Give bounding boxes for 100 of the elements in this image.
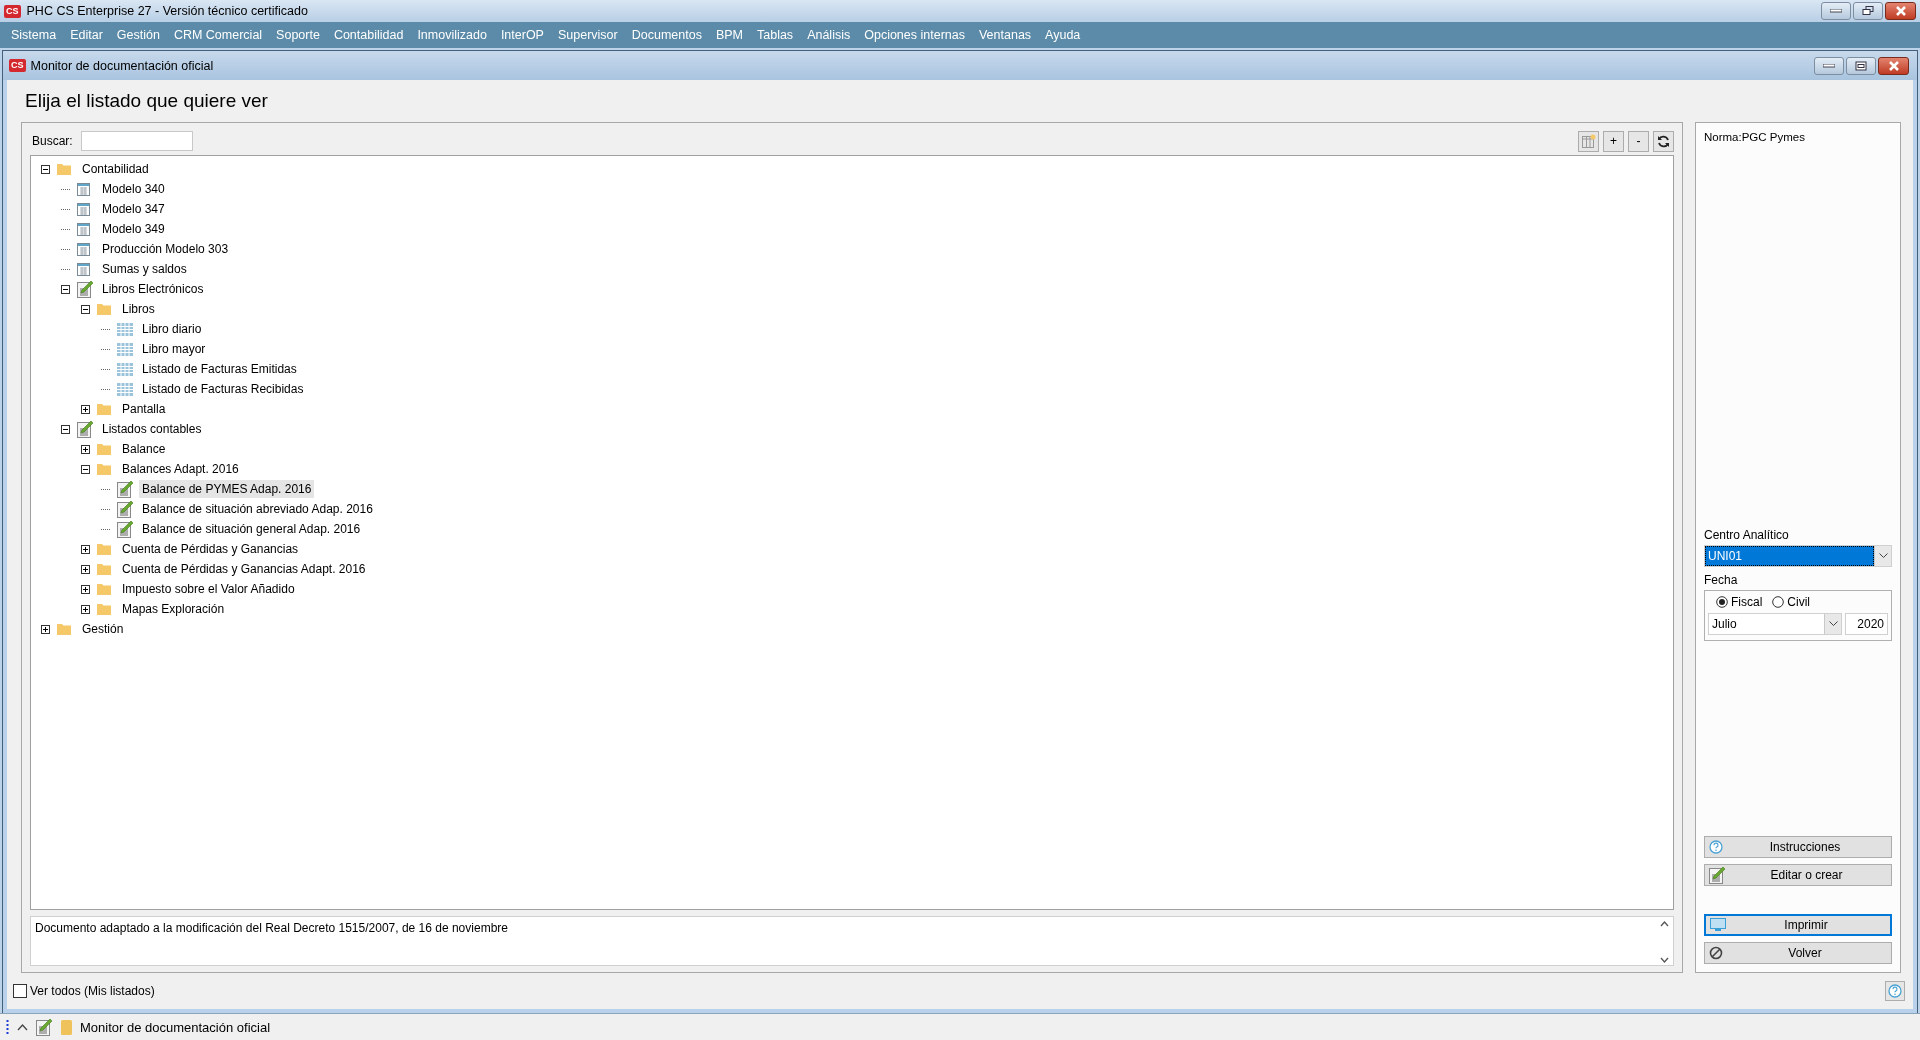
tree-item[interactable]: Cuenta de Pérdidas y Ganancias <box>119 540 302 558</box>
window-logo: CS <box>9 59 26 72</box>
norma-text: Norma:PGC Pymes <box>1704 131 1806 143</box>
monitor-icon <box>1710 918 1726 932</box>
tree-item[interactable]: Balance <box>119 440 169 458</box>
tree-item[interactable]: Balances Adapt. 2016 <box>119 460 242 478</box>
close-icon <box>1887 60 1900 71</box>
restore-button[interactable] <box>1853 2 1883 20</box>
grid-icon <box>117 322 133 336</box>
menu-item[interactable]: Análisis <box>800 28 858 42</box>
columns-icon <box>1581 134 1596 148</box>
show-all-checkbox[interactable]: Ver todos (Mis listados) <box>13 984 155 998</box>
menu-item[interactable]: Soporte <box>269 28 327 42</box>
menu-item[interactable]: Opciones internas <box>857 28 972 42</box>
close-button[interactable] <box>1885 2 1916 20</box>
scroll-down-icon[interactable] <box>1660 957 1669 963</box>
description-text: Documento adaptado a la modificación del Real Decreto 1515/2007, de 16 de noviembre <box>35 921 509 937</box>
tree-item[interactable]: Contabilidad <box>79 160 152 178</box>
action-button[interactable]: Editar o crear <box>1704 864 1892 886</box>
tree-item[interactable]: Modelo 340 <box>99 180 168 198</box>
expand-icon[interactable] <box>81 404 90 414</box>
help-button[interactable] <box>1885 981 1905 1001</box>
help-icon <box>1888 984 1902 998</box>
tree-item[interactable]: Listado de Facturas Recibidas <box>139 380 307 398</box>
radio-icon <box>1716 595 1728 608</box>
centro-dropdown[interactable]: UNI01 <box>1704 544 1892 567</box>
table-icon <box>77 202 90 216</box>
collapse-icon[interactable] <box>61 424 70 434</box>
menu-item[interactable]: Documentos <box>624 28 709 42</box>
menu-item[interactable]: Supervisor <box>550 28 625 42</box>
action-button[interactable]: Imprimir <box>1704 914 1892 936</box>
refresh-icon <box>1657 134 1670 148</box>
tree-item[interactable]: Pantalla <box>119 400 169 418</box>
scroll-up-icon[interactable] <box>1660 921 1669 927</box>
minimize-icon <box>1823 63 1835 68</box>
menu-item[interactable]: Ventanas <box>971 28 1039 42</box>
collapse-icon[interactable] <box>41 164 50 174</box>
grid-icon <box>117 362 133 376</box>
menu-item[interactable]: Editar <box>63 28 110 42</box>
close-button[interactable] <box>1878 56 1909 75</box>
refresh-button[interactable] <box>1653 130 1674 152</box>
tree-item[interactable]: Modelo 349 <box>99 220 168 238</box>
table-icon <box>77 222 90 236</box>
menu-item[interactable]: Sistema <box>4 28 64 42</box>
tree-item[interactable]: Libro mayor <box>139 340 209 358</box>
menu-item[interactable]: CRM Comercial <box>166 28 270 42</box>
menu-item[interactable]: InterOP <box>493 28 551 42</box>
tree-item[interactable]: Cuenta de Pérdidas y Ganancias Adapt. 2016 <box>119 560 369 578</box>
collapse-icon[interactable] <box>61 284 70 294</box>
tree-item[interactable]: Balance de situación abreviado Adap. 2016 <box>139 500 376 518</box>
grid-icon <box>117 342 133 356</box>
document-pencil-icon <box>77 420 94 438</box>
grip-icon[interactable] <box>6 1019 9 1035</box>
tree-item[interactable]: Listados contables <box>99 420 205 438</box>
tree-item[interactable]: Libros <box>119 300 158 318</box>
tree-item[interactable]: Libros Electrónicos <box>99 280 207 298</box>
menu-item[interactable]: Contabilidad <box>326 28 411 42</box>
tree-item[interactable]: Impuesto sobre el Valor Añadido <box>119 580 298 598</box>
collapse-icon[interactable] <box>81 464 90 474</box>
tree-item[interactable]: Balance de PYMES Adap. 2016 <box>139 480 315 498</box>
app-logo: CS <box>4 4 21 18</box>
tree-item[interactable]: Gestión <box>79 620 127 638</box>
radio-option[interactable]: Fiscal <box>1716 594 1763 609</box>
menu-item[interactable]: BPM <box>708 28 750 42</box>
toolbar-button[interactable]: + <box>1603 130 1624 152</box>
tree-item[interactable]: Mapas Exploración <box>119 600 228 618</box>
action-button[interactable]: Volver <box>1704 942 1892 964</box>
radio-option[interactable]: Civil <box>1772 594 1810 609</box>
maximize-icon <box>1855 60 1867 71</box>
menu-item[interactable]: Inmovilizado <box>410 28 494 42</box>
search-field[interactable] <box>80 131 193 151</box>
expand-icon[interactable] <box>81 444 90 454</box>
expand-icon[interactable] <box>81 564 90 574</box>
expand-icon[interactable] <box>81 544 90 554</box>
month-dropdown[interactable]: Julio <box>1708 612 1842 635</box>
expand-icon[interactable] <box>81 604 90 614</box>
menu-item[interactable]: Gestión <box>109 28 167 42</box>
tree-item[interactable]: Modelo 347 <box>99 200 168 218</box>
collapse-icon[interactable] <box>81 304 90 314</box>
expand-icon[interactable] <box>81 584 90 594</box>
toolbar-button[interactable]: - <box>1628 130 1649 152</box>
minimize-icon <box>1830 9 1842 13</box>
app-title: PHC CS Enterprise 27 - Versión técnico certificado <box>26 4 308 18</box>
document-pencil-icon <box>117 500 134 518</box>
caret-up-icon[interactable] <box>17 1023 28 1031</box>
tree-item[interactable]: Sumas y saldos <box>99 260 190 278</box>
tree-item[interactable]: Libro diario <box>139 320 205 338</box>
menu-item[interactable]: Ayuda <box>1038 28 1088 42</box>
tree-item[interactable]: Balance de situación general Adap. 2016 <box>139 520 364 538</box>
page-heading: Elija el listado que quiere ver <box>24 89 269 113</box>
menu-item[interactable]: Tablas <box>750 28 801 42</box>
action-button[interactable]: Instrucciones <box>1704 836 1892 858</box>
help-icon <box>1709 840 1723 854</box>
tree-item[interactable]: Listado de Facturas Emitidas <box>139 360 300 378</box>
tree-item[interactable]: Producción Modelo 303 <box>99 240 232 258</box>
taskbar-window-title[interactable]: Monitor de documentación oficial <box>80 1019 271 1035</box>
table-icon <box>77 182 90 196</box>
maximize-button[interactable] <box>1846 56 1876 75</box>
year-field[interactable]: 2020 <box>1845 612 1888 635</box>
expand-icon[interactable] <box>41 624 50 634</box>
